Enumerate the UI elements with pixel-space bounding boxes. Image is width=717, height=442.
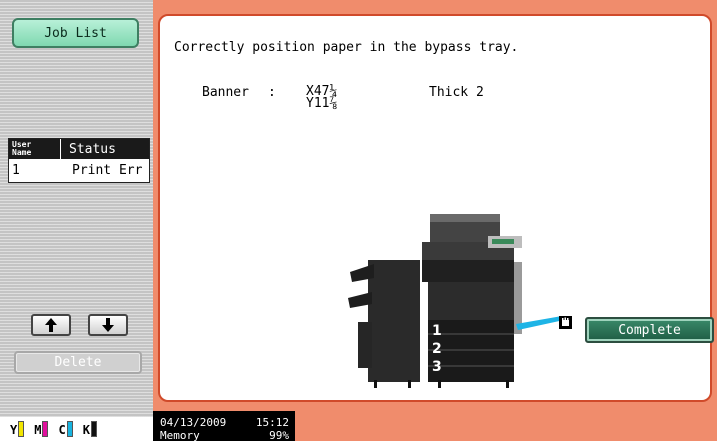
tray-number-2: 2 [432, 341, 442, 357]
printer-illustration-icon [348, 214, 564, 388]
memory-value: 99% [269, 429, 289, 442]
user-header-line2: Name [12, 148, 32, 157]
toner-yellow: Y [10, 421, 25, 437]
tray-number-1: 1 [432, 323, 442, 339]
toner-bar-icon [66, 421, 73, 437]
instruction-message: Correctly position paper in the bypass t… [174, 40, 519, 55]
complete-label: Complete [618, 322, 681, 338]
toner-label: M [34, 423, 42, 437]
job-table-header: User Name Status [9, 139, 149, 159]
toner-levels: Y M C K [0, 417, 153, 441]
job-list-button[interactable]: Job List [12, 18, 139, 48]
paper-weight: Thick 2 [429, 85, 484, 100]
toner-label: Y [10, 423, 18, 437]
job-user-cell: 1 [12, 163, 20, 178]
arrow-down-icon [102, 318, 114, 332]
arrow-up-icon [45, 318, 57, 332]
status-date: 04/13/2009 [160, 416, 227, 429]
toner-magenta: M [34, 421, 49, 437]
toner-cyan: C [58, 421, 73, 437]
tray-number-3: 3 [432, 359, 442, 375]
job-status-cell: Print Err [72, 163, 143, 178]
toner-bar-icon [18, 421, 25, 437]
job-list-label: Job List [44, 25, 107, 41]
status-bar: 04/13/2009 15:12 Memory 99% [153, 411, 295, 442]
job-table: User Name Status 1 Print Err [8, 138, 150, 183]
scroll-up-button[interactable] [31, 314, 71, 336]
status-time: 15:12 [255, 416, 289, 429]
complete-button[interactable]: Complete [585, 317, 714, 343]
toner-label: C [58, 423, 66, 437]
toner-black: K [83, 421, 97, 437]
toner-label: K [82, 423, 90, 437]
paper-type: Banner [202, 85, 249, 100]
hand-icon [559, 316, 572, 329]
table-row[interactable]: 1 Print Err [9, 159, 149, 182]
toner-bar-icon [90, 421, 97, 437]
delete-button[interactable]: Delete [14, 351, 142, 374]
user-name-header: User Name [9, 139, 61, 159]
delete-label: Delete [54, 355, 102, 370]
toner-bar-icon [42, 421, 49, 437]
memory-label: Memory [160, 429, 200, 442]
scroll-down-button[interactable] [88, 314, 128, 336]
paper-separator: : [268, 85, 276, 100]
status-header: Status [69, 141, 116, 157]
paper-size: X47¼ Y11⅞ [306, 85, 338, 111]
paper-size-y: Y11⅞ [306, 96, 338, 111]
left-panel: Job List User Name Status 1 Print Err De… [0, 0, 153, 441]
